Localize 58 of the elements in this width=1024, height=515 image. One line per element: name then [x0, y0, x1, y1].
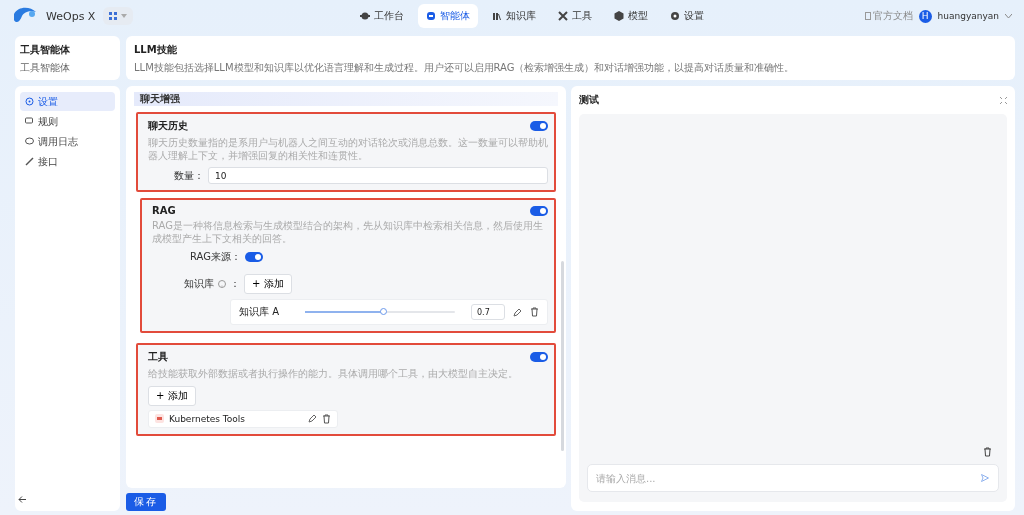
delete-icon[interactable]	[322, 413, 331, 424]
nav-tab[interactable]: 知识库	[484, 4, 544, 28]
clear-chat-icon[interactable]	[983, 447, 992, 457]
settings-icon	[25, 97, 34, 106]
skill-title: LLM技能	[134, 43, 178, 57]
section-heading: 工具	[148, 350, 168, 364]
cube-icon	[614, 11, 624, 21]
tool-icon	[155, 414, 164, 423]
app-name: WeOps X	[46, 9, 96, 23]
chat-icon	[25, 117, 34, 126]
section-title: 聊天增强	[134, 92, 558, 106]
add-button[interactable]: + 添加	[148, 385, 196, 406]
weight-field[interactable]: 0.7	[471, 304, 505, 320]
nav-tab[interactable]: 模型	[606, 4, 656, 28]
agent-subtitle: 工具智能体	[20, 61, 71, 75]
books-icon	[492, 11, 502, 21]
edit-icon[interactable]	[308, 414, 317, 423]
knowledge-base-name: 知识库 A	[239, 305, 281, 319]
field-label: ：	[230, 277, 240, 291]
caret-icon	[121, 14, 128, 18]
save-button[interactable]: 保存	[126, 493, 166, 511]
field-label: 数量：	[174, 168, 204, 183]
toggle-switch[interactable]	[530, 352, 548, 362]
expand-icon[interactable]	[1000, 96, 1007, 104]
toggle-switch[interactable]	[244, 252, 263, 262]
toggle-switch[interactable]	[530, 121, 548, 131]
sidebar-item[interactable]: 规则	[20, 112, 115, 131]
field-label: 知识库	[184, 277, 214, 291]
scrollbar[interactable]	[561, 261, 564, 451]
back-arrow-icon[interactable]	[18, 496, 26, 503]
chat-icon	[25, 137, 34, 146]
add-button[interactable]: + 添加	[244, 274, 292, 294]
section-heading: 聊天历史	[148, 119, 188, 133]
delete-icon[interactable]	[530, 307, 539, 317]
nav-tab[interactable]: 工具	[550, 4, 600, 28]
sidebar-item[interactable]: 调用日志	[20, 132, 115, 151]
tool-name: Kubernetes Tools	[169, 413, 246, 424]
count-field[interactable]: 10	[208, 167, 548, 184]
nav-tab[interactable]: 智能体	[418, 4, 478, 28]
caret-icon	[1005, 14, 1012, 18]
app-switcher[interactable]	[103, 7, 134, 25]
user-avatar[interactable]: H	[918, 9, 932, 23]
toggle-switch[interactable]	[530, 205, 548, 216]
document-icon	[864, 12, 871, 20]
panel-title: 测试	[579, 93, 599, 107]
edit-icon[interactable]	[513, 307, 522, 317]
agent-name: 工具智能体	[20, 43, 71, 57]
sidebar-item[interactable]: 设置	[20, 92, 115, 111]
skill-description: LLM技能包括选择LLM模型和知识库以优化语言理解和生成过程。用户还可以启用RAG（检索增强生成）和对话增强功能，以提高对话质量和准确性。	[134, 61, 796, 75]
sidebar-item[interactable]: 接口	[20, 152, 115, 171]
field-label: RAG来源：	[190, 250, 241, 264]
message-field[interactable]: 请输入消息...	[587, 464, 999, 492]
nav-tab[interactable]: 工作台	[352, 4, 412, 28]
grid-icon	[109, 12, 118, 20]
section-heading: RAG	[152, 205, 176, 216]
slider-thumb[interactable]	[380, 308, 388, 315]
user-name[interactable]: huangyanyan	[937, 11, 999, 21]
nav-tab[interactable]: 设置	[662, 4, 712, 28]
